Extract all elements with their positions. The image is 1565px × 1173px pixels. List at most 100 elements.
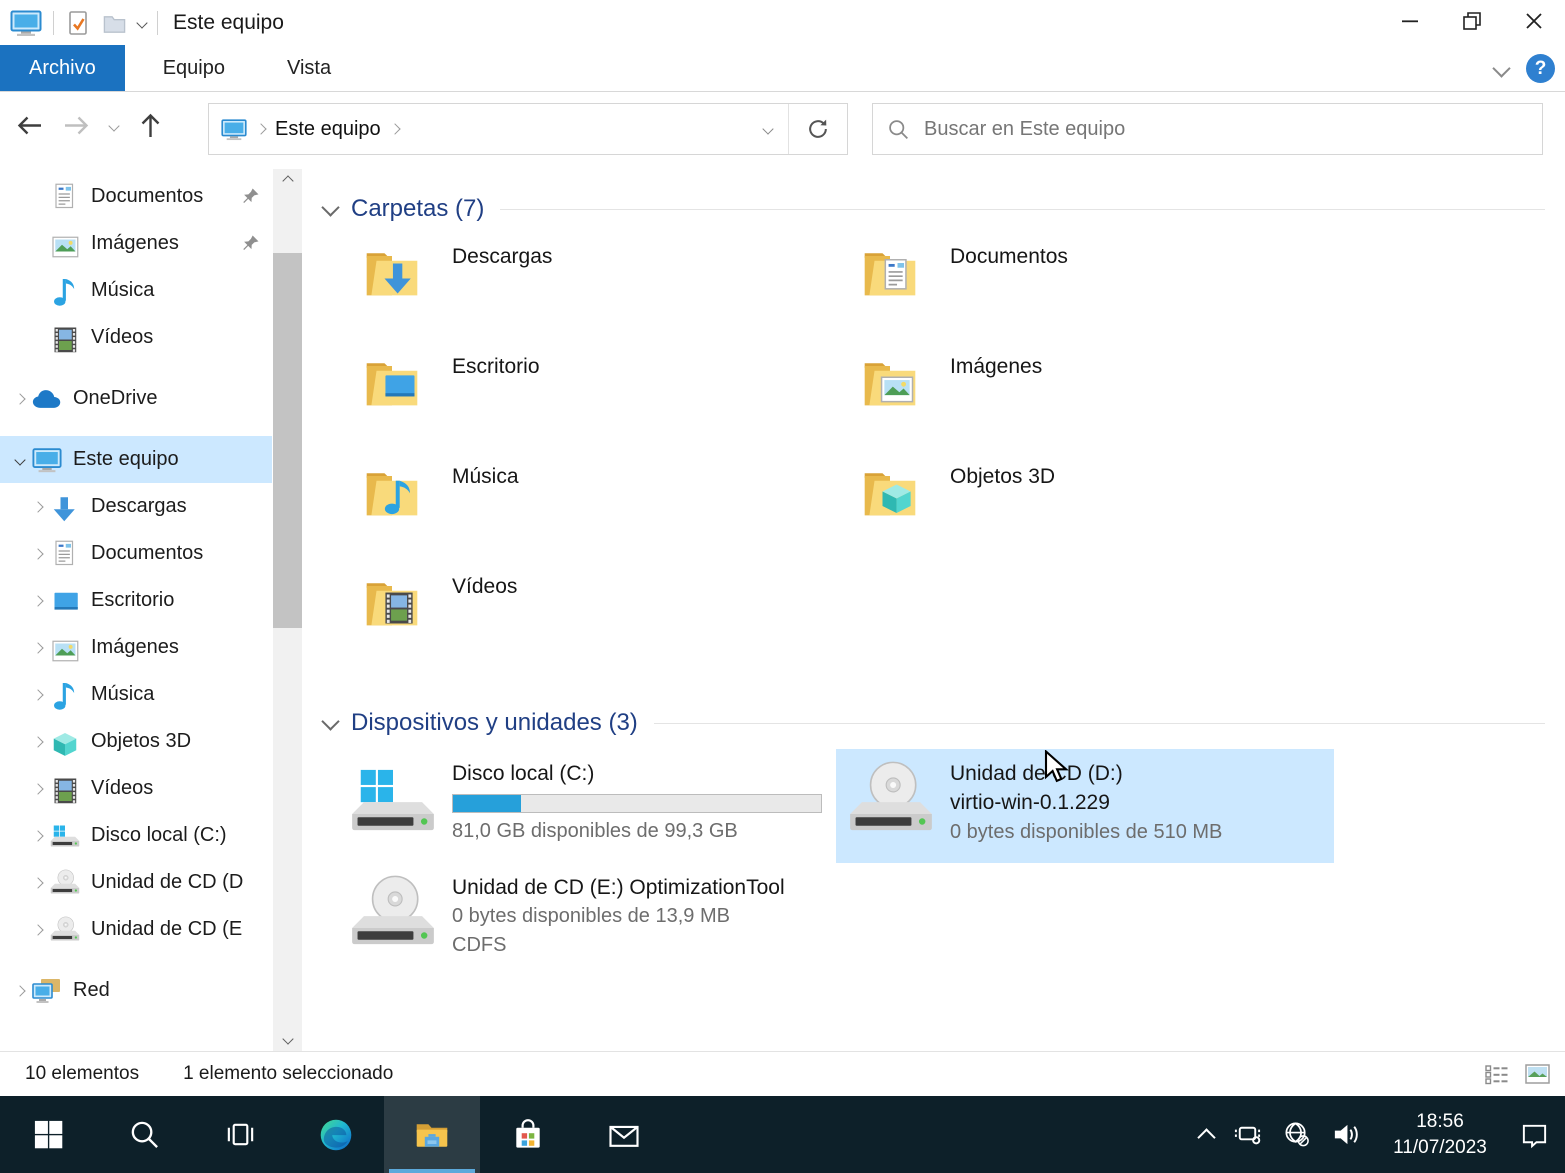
folder-tile-m-sica[interactable]: Música bbox=[338, 459, 836, 569]
sidebar-item-unidad-de-cd-e[interactable]: Unidad de CD (E bbox=[0, 906, 272, 953]
sidebar-item-im-genes[interactable]: Imágenes bbox=[0, 624, 272, 671]
taskbar-search-button[interactable] bbox=[96, 1096, 192, 1173]
drive-tile-unidad-de-cd-e-optimizationtool[interactable]: Unidad de CD (E:) OptimizationTool0 byte… bbox=[338, 863, 836, 977]
chevron-right-icon[interactable] bbox=[14, 985, 25, 996]
folder-tile-documentos[interactable]: Documentos bbox=[836, 239, 1334, 349]
up-button[interactable] bbox=[138, 112, 163, 139]
details-view-button[interactable] bbox=[1483, 1061, 1510, 1088]
qat-customize-chevron-icon[interactable] bbox=[136, 17, 147, 28]
expand-ribbon-chevron-icon[interactable] bbox=[1492, 59, 1510, 77]
network-icon bbox=[32, 976, 62, 1006]
sidebar-item-unidad-de-cd-d[interactable]: Unidad de CD (D bbox=[0, 859, 272, 906]
scrollbar-thumb[interactable] bbox=[273, 253, 302, 628]
search-icon bbox=[128, 1118, 161, 1151]
chevron-right-icon[interactable] bbox=[32, 689, 43, 700]
chevron-right-icon[interactable] bbox=[32, 642, 43, 653]
vm-tools-tray-icon[interactable] bbox=[1233, 1120, 1262, 1149]
taskbar-mail-button[interactable] bbox=[576, 1096, 672, 1173]
chevron-right-icon[interactable] bbox=[32, 501, 43, 512]
drive-text: Unidad de CD (E:) OptimizationTool0 byte… bbox=[452, 871, 785, 960]
refresh-button[interactable] bbox=[788, 104, 847, 154]
chevron-right-icon[interactable] bbox=[32, 595, 43, 606]
chevron-right-icon[interactable] bbox=[32, 830, 43, 841]
folder-name: Música bbox=[452, 465, 519, 569]
sidebar-scrollbar[interactable] bbox=[273, 169, 302, 1051]
chevron-right-icon[interactable] bbox=[32, 548, 43, 559]
sidebar-item-este-equipo[interactable]: Este equipo bbox=[0, 436, 272, 483]
chevron-right-icon[interactable] bbox=[14, 393, 25, 404]
close-button[interactable] bbox=[1503, 0, 1565, 42]
drive-volume-label: virtio-win-0.1.229 bbox=[950, 788, 1222, 817]
network-offline-icon[interactable] bbox=[1282, 1120, 1311, 1149]
recent-locations-chevron-icon[interactable] bbox=[108, 120, 119, 131]
forward-button[interactable] bbox=[63, 112, 90, 139]
address-dropdown-button[interactable] bbox=[748, 104, 788, 154]
drive-name: Unidad de CD (D:) bbox=[950, 759, 1222, 788]
folder-tile-im-genes[interactable]: Imágenes bbox=[836, 349, 1334, 459]
large-icons-view-button[interactable] bbox=[1524, 1061, 1551, 1088]
drive-tile-disco-local-c-[interactable]: Disco local (C:)81,0 GB disponibles de 9… bbox=[338, 749, 836, 863]
folder-tile-descargas[interactable]: Descargas bbox=[338, 239, 836, 349]
restore-icon bbox=[1459, 8, 1485, 34]
folders-group-header[interactable]: Carpetas (7) bbox=[324, 195, 1545, 223]
address-bar[interactable]: Este equipo bbox=[208, 103, 848, 155]
taskbar-start-button[interactable] bbox=[0, 1096, 96, 1173]
search-box[interactable] bbox=[872, 103, 1543, 155]
drive-free-space: 81,0 GB disponibles de 99,3 GB bbox=[452, 817, 822, 846]
sidebar-item-documentos[interactable]: Documentos bbox=[0, 173, 272, 220]
sidebar-item-descargas[interactable]: Descargas bbox=[0, 483, 272, 530]
back-button[interactable] bbox=[16, 112, 43, 139]
new-folder-icon[interactable] bbox=[102, 11, 127, 36]
clock[interactable]: 18:56 11/07/2023 bbox=[1380, 1109, 1500, 1160]
sidebar-item-onedrive[interactable]: OneDrive bbox=[0, 375, 272, 422]
disk-usage-bar bbox=[452, 794, 822, 813]
breadcrumb-chevron-icon[interactable] bbox=[389, 123, 400, 134]
properties-icon[interactable] bbox=[65, 10, 91, 36]
scroll-down-icon[interactable] bbox=[273, 1027, 302, 1051]
sidebar-item-m-sica[interactable]: Música bbox=[0, 267, 272, 314]
tab-equipo[interactable]: Equipo bbox=[139, 45, 249, 91]
sidebar-item-objetos-3d[interactable]: Objetos 3D bbox=[0, 718, 272, 765]
taskbar-file-explorer-button[interactable] bbox=[384, 1096, 480, 1173]
expand-chevron-slot bbox=[26, 832, 50, 840]
expand-chevron-slot bbox=[8, 987, 32, 995]
tab-vista[interactable]: Vista bbox=[263, 45, 355, 91]
mouse-cursor bbox=[1043, 750, 1073, 784]
restore-button[interactable] bbox=[1441, 0, 1503, 42]
sidebar-item-red[interactable]: Red bbox=[0, 967, 272, 1014]
sidebar-item-disco-local-c-[interactable]: Disco local (C:) bbox=[0, 812, 272, 859]
sidebar-item-label: Imágenes bbox=[91, 636, 179, 659]
folder-tile-v-deos[interactable]: Vídeos bbox=[338, 569, 836, 679]
chevron-down-icon[interactable] bbox=[14, 454, 25, 465]
volume-icon[interactable] bbox=[1331, 1120, 1360, 1149]
show-hidden-icons-chevron-icon[interactable] bbox=[1197, 1128, 1215, 1146]
expand-chevron-slot bbox=[8, 395, 32, 403]
devices-group-header[interactable]: Dispositivos y unidades (3) bbox=[324, 709, 1545, 737]
scroll-up-icon[interactable] bbox=[273, 169, 302, 193]
folder-tile-objetos-3d[interactable]: Objetos 3D bbox=[836, 459, 1334, 569]
sidebar-item-documentos[interactable]: Documentos bbox=[0, 530, 272, 577]
drive-tile-unidad-de-cd-d-[interactable]: Unidad de CD (D:)virtio-win-0.1.2290 byt… bbox=[836, 749, 1334, 863]
computer-icon bbox=[10, 9, 42, 37]
folder-tile-escritorio[interactable]: Escritorio bbox=[338, 349, 836, 459]
breadcrumb[interactable]: Este equipo bbox=[275, 118, 381, 141]
action-center-icon[interactable] bbox=[1520, 1120, 1549, 1149]
chevron-right-icon[interactable] bbox=[32, 736, 43, 747]
sidebar-item-escritorio[interactable]: Escritorio bbox=[0, 577, 272, 624]
minimize-button[interactable] bbox=[1379, 0, 1441, 42]
taskbar-task-view-button[interactable] bbox=[192, 1096, 288, 1173]
chevron-right-icon[interactable] bbox=[32, 877, 43, 888]
sidebar-item-v-deos[interactable]: Vídeos bbox=[0, 765, 272, 812]
chevron-right-icon[interactable] bbox=[32, 924, 43, 935]
chevron-right-icon[interactable] bbox=[32, 783, 43, 794]
sidebar-item-v-deos[interactable]: Vídeos bbox=[0, 314, 272, 361]
tab-archivo[interactable]: Archivo bbox=[0, 45, 125, 91]
taskbar-store-button[interactable] bbox=[480, 1096, 576, 1173]
search-input[interactable] bbox=[922, 117, 1528, 142]
help-icon[interactable]: ? bbox=[1526, 54, 1555, 83]
sidebar-item-m-sica[interactable]: Música bbox=[0, 671, 272, 718]
sidebar-item-label: Escritorio bbox=[91, 589, 174, 612]
taskbar-edge-button[interactable] bbox=[288, 1096, 384, 1173]
sidebar-item-im-genes[interactable]: Imágenes bbox=[0, 220, 272, 267]
sidebar-item-label: OneDrive bbox=[73, 387, 157, 410]
